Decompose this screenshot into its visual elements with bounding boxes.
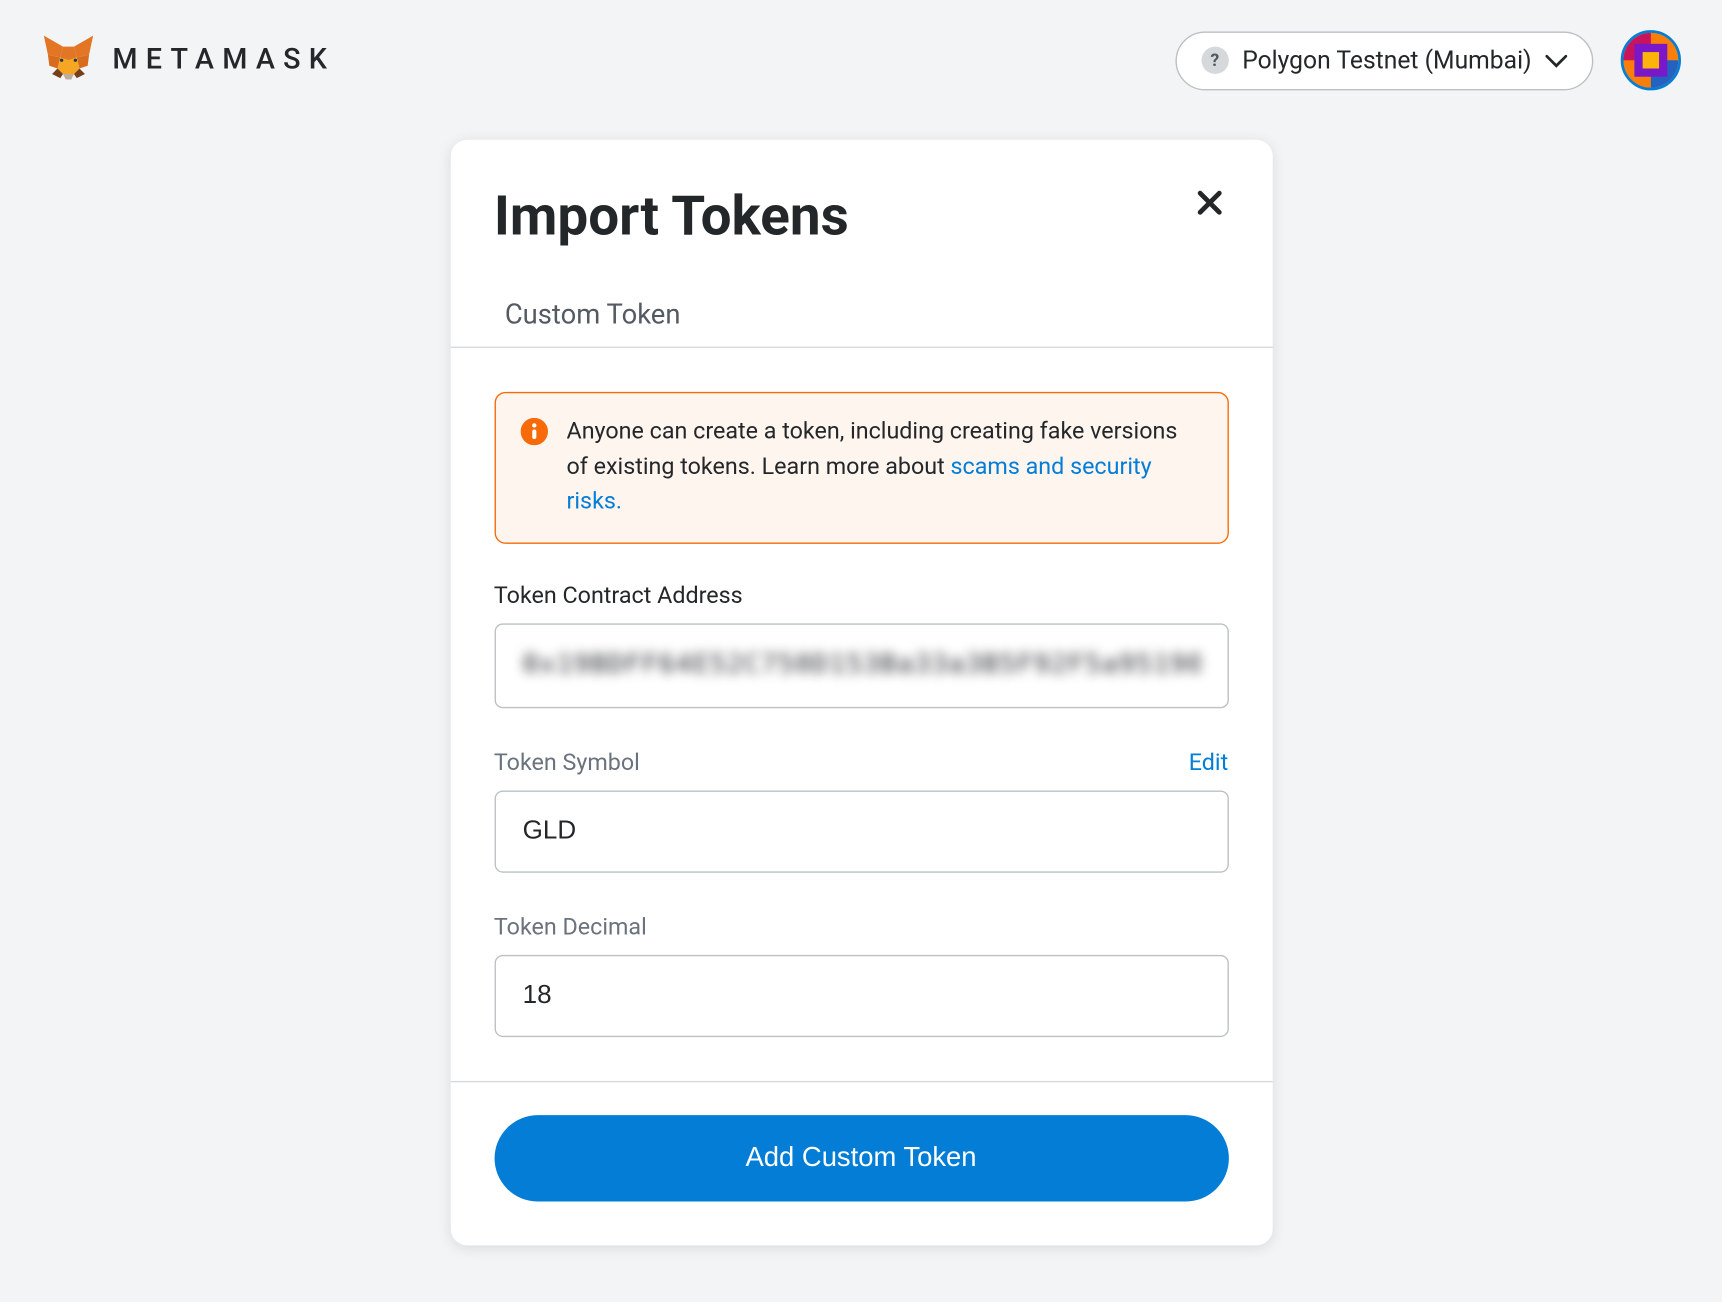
tab-bar: Custom Token xyxy=(450,275,1272,348)
account-avatar[interactable] xyxy=(1621,30,1681,90)
symbol-label: Token Symbol xyxy=(494,749,640,776)
edit-symbol-link[interactable]: Edit xyxy=(1189,749,1228,776)
form-group-address: Token Contract Address 0x19BDFF64E52C750… xyxy=(494,582,1228,708)
address-input[interactable]: 0x19BDFF64E52C750D153Ba33a3B5F92F5a95190 xyxy=(494,623,1228,708)
symbol-input[interactable] xyxy=(494,790,1228,872)
modal-footer: Add Custom Token xyxy=(450,1080,1272,1244)
form-group-decimal: Token Decimal xyxy=(494,913,1228,1036)
chevron-down-icon xyxy=(1545,47,1567,73)
add-custom-token-button[interactable]: Add Custom Token xyxy=(494,1114,1228,1200)
info-icon xyxy=(520,415,547,520)
form-group-symbol: Token Symbol Edit xyxy=(494,749,1228,872)
modal-title: Import Tokens xyxy=(494,184,849,248)
import-tokens-modal: Import Tokens Custom Token xyxy=(450,140,1272,1245)
network-selector[interactable]: ? Polygon Testnet (Mumbai) xyxy=(1175,31,1593,90)
decimal-input[interactable] xyxy=(494,954,1228,1036)
address-value-masked: 0x19BDFF64E52C750D153Ba33a3B5F92F5a95190 xyxy=(523,649,1200,682)
address-label: Token Contract Address xyxy=(494,582,743,609)
warning-box: Anyone can create a token, including cre… xyxy=(494,392,1228,543)
close-icon xyxy=(1195,196,1222,222)
network-status-icon: ? xyxy=(1201,47,1228,74)
fox-icon xyxy=(41,30,96,90)
decimal-label: Token Decimal xyxy=(494,913,647,940)
brand-text: METAMASK xyxy=(112,44,335,77)
close-button[interactable] xyxy=(1190,184,1228,228)
network-name: Polygon Testnet (Mumbai) xyxy=(1242,46,1531,75)
warning-text: Anyone can create a token, including cre… xyxy=(566,415,1202,520)
tab-custom-token[interactable]: Custom Token xyxy=(494,275,692,346)
modal-body: Anyone can create a token, including cre… xyxy=(450,348,1272,1080)
header-right: ? Polygon Testnet (Mumbai) xyxy=(1175,30,1681,90)
app-header: METAMASK ? Polygon Testnet (Mumbai) xyxy=(0,0,1722,121)
brand: METAMASK xyxy=(41,30,335,90)
modal-header: Import Tokens xyxy=(450,140,1272,276)
